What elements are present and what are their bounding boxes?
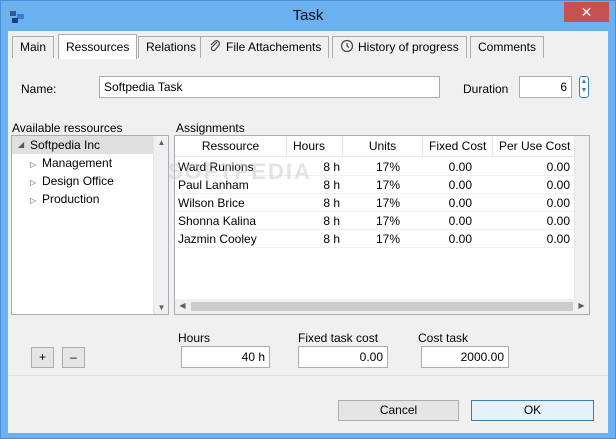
grid-header: Ressource Hours Units Fixed Cost Per Use… [175,136,575,157]
column-header-hours[interactable]: Hours [287,136,343,157]
tab-history-of-progress[interactable]: History of progress [332,36,467,58]
ressources-tree[interactable]: ◢ Softpedia Inc ▷ Management ▷ Design Offi… [11,135,169,315]
paperclip-icon [210,40,220,52]
tab-label: Relations [146,40,197,54]
cell-hours[interactable]: 8 h [287,230,343,248]
cell-hours[interactable]: 8 h [287,212,343,230]
task-dialog: Task ✕ Main Ressources Relations File At… [0,0,616,439]
tree-node-label: Softpedia Inc [30,138,101,152]
close-button[interactable]: ✕ [564,2,609,22]
cell-units[interactable]: 17% [343,176,403,194]
cell-per-use-cost[interactable]: 0.00 [493,158,573,176]
tab-comments[interactable]: Comments [470,36,545,58]
cell-fixed-cost[interactable]: 0.00 [423,230,475,248]
cell-units[interactable]: 17% [343,158,403,176]
grid-horizontal-scrollbar[interactable]: ◀ ▶ [175,299,589,314]
cell-fixed-cost[interactable]: 0.00 [423,194,475,212]
table-row[interactable]: Jazmin Cooley 8 h 17% 0.00 0.00 [175,230,575,248]
column-header-ressource[interactable]: Ressource [175,136,287,157]
cell-ressource[interactable]: Wilson Brice [175,194,287,212]
cell-ressource[interactable]: Shonna Kalina [175,212,287,230]
cell-hours[interactable]: 8 h [287,194,343,212]
cell-ressource[interactable]: Jazmin Cooley [175,230,287,248]
chevron-down-icon[interactable]: ▼ [580,86,588,95]
plus-icon: + [38,350,46,364]
close-icon: ✕ [580,4,593,20]
remove-ressource-button[interactable]: – [62,347,85,368]
cell-fixed-cost[interactable]: 0.00 [423,158,475,176]
tab-label: Comments [478,40,537,54]
hours-total-label: Hours [178,331,211,345]
tree-node-design-office[interactable]: ▷ Design Office [30,172,114,190]
duration-label: Duration [463,82,509,96]
tab-label: Main [20,40,47,54]
cost-task-field[interactable]: 2000.00 [421,346,509,368]
cell-per-use-cost[interactable]: 0.00 [493,212,573,230]
column-header-per-use-cost[interactable]: Per Use Cost [493,136,575,157]
tab-main[interactable]: Main [12,36,55,58]
tab-label: History of progress [358,40,459,54]
scroll-left-icon[interactable]: ◀ [175,301,190,310]
dialog-body: Main Ressources Relations File Attacheme… [8,31,608,433]
chevron-up-icon[interactable]: ▲ [580,77,588,86]
cell-units[interactable]: 17% [343,230,403,248]
tree-vertical-scrollbar[interactable]: ▲ ▼ [153,136,168,314]
tree-node-management[interactable]: ▷ Management [30,154,112,172]
cell-per-use-cost[interactable]: 0.00 [493,230,573,248]
cell-fixed-cost[interactable]: 0.00 [423,176,475,194]
scroll-thumb[interactable] [191,302,573,311]
cell-per-use-cost[interactable]: 0.00 [493,194,573,212]
fixed-task-cost-field[interactable]: 0.00 [298,346,388,368]
cancel-button[interactable]: Cancel [338,400,459,421]
cost-task-label: Cost task [418,331,469,345]
table-row[interactable]: Wilson Brice 8 h 17% 0.00 0.00 [175,194,575,212]
tree-node-label: Design Office [42,174,114,188]
expand-icon[interactable]: ▷ [30,192,42,210]
name-field[interactable]: Softpedia Task [99,76,440,98]
tab-relations[interactable]: Relations [138,36,205,58]
dialog-footer: Cancel OK [8,376,608,433]
window-title: Task [292,7,324,24]
scroll-down-icon[interactable]: ▼ [154,303,169,312]
tree-node-label: Production [42,192,100,206]
duration-field[interactable]: 6 [519,76,572,98]
tab-label: File Attachements [226,40,322,54]
cell-per-use-cost[interactable]: 0.00 [493,176,573,194]
tree-node-production[interactable]: ▷ Production [30,190,99,208]
tab-ressources[interactable]: Ressources [58,34,138,59]
tab-label: Ressources [66,40,130,54]
fixed-task-cost-label: Fixed task cost [298,331,379,345]
tree-node-root[interactable]: ◢ Softpedia Inc [12,136,154,154]
scroll-right-icon[interactable]: ▶ [574,301,589,310]
hours-total-field[interactable]: 40 h [181,346,270,368]
watermark: SOFTPEDIA [168,159,312,184]
tab-file-attachements[interactable]: File Attachements [200,36,330,58]
collapse-icon[interactable]: ◢ [18,136,30,154]
assignments-label: Assignments [176,121,245,135]
available-ressources-label: Available ressources [12,121,123,135]
duration-stepper[interactable]: ▲ ▼ [579,76,589,98]
name-label: Name: [21,82,57,96]
column-header-fixed-cost[interactable]: Fixed Cost [423,136,493,157]
cell-units[interactable]: 17% [343,212,403,230]
ok-button[interactable]: OK [471,400,594,421]
tree-node-label: Management [42,156,113,170]
title-bar[interactable]: Task ✕ [1,1,615,31]
table-row[interactable]: Shonna Kalina 8 h 17% 0.00 0.00 [175,212,575,230]
grid-vertical-scrollbar[interactable] [574,136,589,299]
clock-icon [340,39,354,53]
cell-units[interactable]: 17% [343,194,403,212]
cell-fixed-cost[interactable]: 0.00 [423,212,475,230]
scroll-up-icon[interactable]: ▲ [154,138,169,147]
minus-icon: – [70,350,77,364]
add-ressource-button[interactable]: + [31,347,54,368]
column-header-units[interactable]: Units [343,136,423,157]
